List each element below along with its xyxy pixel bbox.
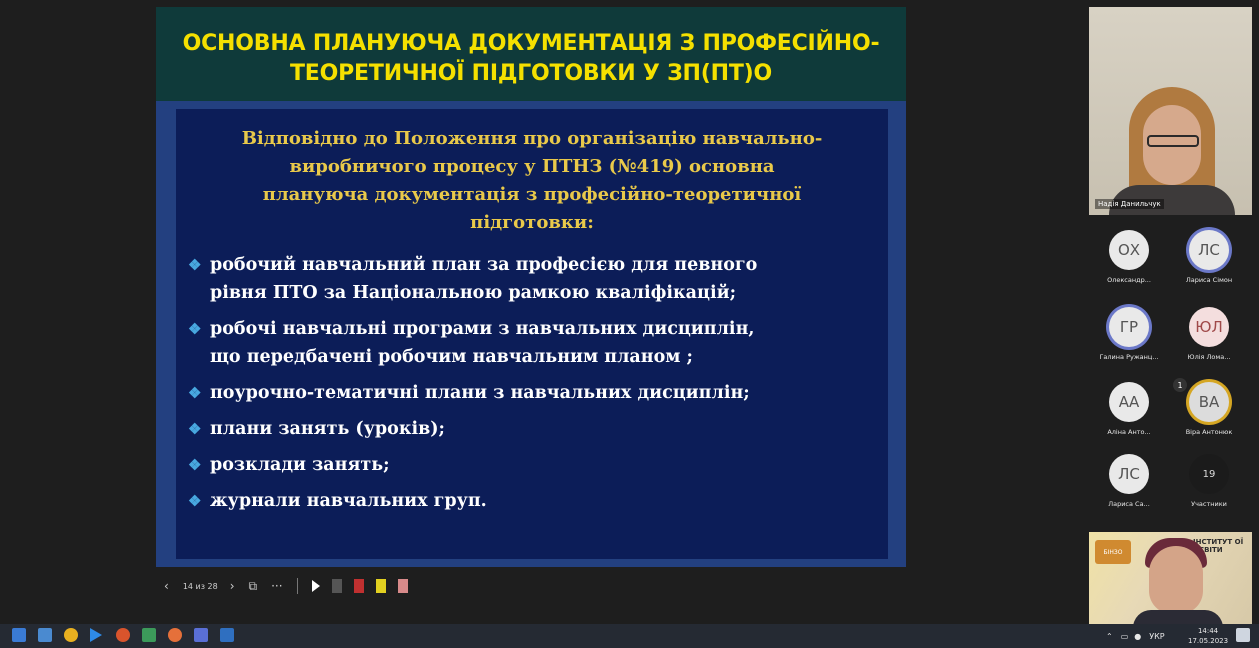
list-item: ❖ робочий навчальний план за професією д… — [186, 251, 886, 307]
avatar: АА — [1109, 382, 1149, 422]
slide-title-line-1: ОСНОВНА ПЛАНУЮЧА ДОКУМЕНТАЦІЯ З ПРОФЕСІЙ… — [182, 31, 880, 56]
network-icon[interactable]: ▭ — [1121, 632, 1129, 641]
system-tray: ⌃ ▭ ● УКР — [1106, 624, 1165, 648]
spreadsheet-icon[interactable] — [142, 628, 156, 642]
list-item-line: плани занять (уроків); — [210, 419, 446, 439]
notification-icon[interactable] — [1236, 628, 1250, 642]
participant-tile[interactable]: АА Аліна Анто... — [1089, 382, 1169, 442]
list-item: ❖ розклади занять; — [186, 451, 886, 479]
intro-line: підготовки: — [470, 212, 594, 233]
clock[interactable]: 14:44 17.05.2023 — [1188, 626, 1228, 646]
intro-line: Відповідно до Положення про організацію … — [241, 128, 823, 149]
save-app-icon[interactable] — [38, 628, 52, 642]
list-item-line: журнали навчальних груп. — [210, 491, 487, 511]
slide-intro: Відповідно до Положення про організацію … — [176, 125, 888, 237]
avatar: ЛС — [1189, 230, 1229, 270]
participant-tile[interactable]: ОХ Олександр... — [1089, 230, 1169, 290]
intro-line: виробничого процесу у ПТНЗ (№419) основн… — [289, 156, 775, 177]
list-item-line: що передбачені робочим навчальним планом… — [210, 347, 693, 367]
presentation-app-icon[interactable] — [220, 628, 234, 642]
participant-tile[interactable]: ВА 1 Віра Антонюк — [1169, 378, 1249, 442]
participant-name: Лариса Сімон — [1185, 276, 1233, 284]
participant-tile[interactable]: ЛС Лариса Сімон — [1169, 230, 1249, 290]
settings-app-icon[interactable] — [168, 628, 182, 642]
slide-title-line-2: ТЕОРЕТИЧНОЇ ПІДГОТОВКИ У ЗП(ПТ)О — [290, 61, 772, 86]
video-face — [1149, 546, 1203, 614]
list-item-line: робочий навчальний план за професією для… — [210, 255, 758, 275]
media-player-icon[interactable] — [90, 628, 102, 642]
list-item: ❖ робочі навчальні програми з навчальних… — [186, 315, 886, 371]
raised-hand-icon: 1 — [1173, 378, 1187, 392]
chrome-app-icon[interactable] — [64, 628, 78, 642]
list-item: ❖ поурочно-тематичні плани з навчальних … — [186, 379, 886, 407]
list-item-line: рівня ПТО за Національною рамкою кваліфі… — [210, 283, 737, 303]
pointer-icon[interactable] — [311, 580, 320, 592]
eraser-icon[interactable] — [397, 579, 408, 593]
avatar: ЮЛ — [1189, 307, 1229, 347]
microphone-icon[interactable]: ● — [1134, 632, 1141, 641]
video-body — [1133, 610, 1223, 624]
conference-app-icon[interactable] — [194, 628, 208, 642]
avatar: ВА — [1189, 382, 1229, 422]
language-indicator[interactable]: УКР — [1149, 632, 1164, 641]
diamond-bullet-icon: ❖ — [188, 384, 202, 402]
glasses-icon — [1147, 135, 1199, 147]
participant-video[interactable]: БІНЗО ІНСТИТУТ ОЇ ОСВІТИ — [1089, 532, 1252, 624]
participant-tile[interactable]: ЮЛ Юлія Лома... — [1169, 307, 1249, 367]
highlighter-icon[interactable] — [375, 579, 386, 593]
screen: ОСНОВНА ПЛАНУЮЧА ДОКУМЕНТАЦІЯ З ПРОФЕСІЙ… — [0, 0, 1259, 648]
intro-line: плануюча документація з професійно-теоре… — [262, 184, 802, 205]
speaker-name: Надія Данильчук — [1095, 199, 1164, 209]
diamond-bullet-icon: ❖ — [188, 320, 202, 338]
participant-name: Віра Антонюк — [1185, 428, 1233, 436]
avatar: ГР — [1109, 307, 1149, 347]
clock-time: 14:44 — [1197, 627, 1219, 635]
participant-tile[interactable]: ГР Галина Ружанц... — [1089, 307, 1169, 367]
avatar: ОХ — [1109, 230, 1149, 270]
slideshow-controls: ‹ 14 из 28 › ⧉ ··· — [164, 574, 420, 598]
chevron-up-icon[interactable]: ⌃ — [1106, 632, 1113, 641]
diamond-bullet-icon: ❖ — [188, 256, 202, 274]
institute-logo: БІНЗО — [1095, 540, 1131, 564]
clock-date: 17.05.2023 — [1188, 637, 1229, 645]
list-item-line: поурочно-тематичні плани з навчальних ди… — [210, 383, 750, 403]
avatar: ЛС — [1109, 454, 1149, 494]
page-indicator: 14 из 28 — [182, 581, 218, 591]
list-item-line: розклади занять; — [210, 455, 390, 475]
list-item: ❖ плани занять (уроків); — [186, 415, 886, 443]
participants-label: Участники — [1191, 500, 1227, 508]
slide-title: ОСНОВНА ПЛАНУЮЧА ДОКУМЕНТАЦІЯ З ПРОФЕСІЙ… — [156, 29, 906, 89]
diamond-bullet-icon: ❖ — [188, 492, 202, 510]
more-options-button[interactable]: ··· — [271, 579, 282, 593]
slides-grid-icon[interactable]: ⧉ — [249, 579, 258, 594]
divider — [296, 578, 298, 594]
participant-tile[interactable]: ЛС Лариса Са... — [1089, 454, 1169, 514]
presentation-slide: ОСНОВНА ПЛАНУЮЧА ДОКУМЕНТАЦІЯ З ПРОФЕСІЙ… — [156, 7, 906, 567]
participant-name: Лариса Са... — [1108, 500, 1150, 508]
participant-name: Юлія Лома... — [1187, 353, 1231, 361]
diamond-bullet-icon: ❖ — [188, 420, 202, 438]
participants-count-button[interactable]: 19 Участники — [1169, 454, 1249, 514]
pen-icon[interactable] — [331, 579, 342, 593]
speaker-video[interactable]: Надія Данильчук — [1089, 7, 1252, 215]
next-slide-button[interactable]: › — [230, 579, 235, 593]
participant-name: Аліна Анто... — [1107, 428, 1151, 436]
previous-slide-button[interactable]: ‹ — [164, 579, 169, 593]
list-item: ❖ журнали навчальних груп. — [186, 487, 886, 515]
slide-bullet-list: ❖ робочий навчальний план за професією д… — [186, 251, 886, 523]
browser-icon[interactable] — [116, 628, 130, 642]
red-marker-icon[interactable] — [353, 579, 364, 593]
start-icon[interactable] — [12, 628, 26, 642]
participants-count: 19 — [1189, 454, 1229, 494]
taskbar: ⌃ ▭ ● УКР 14:44 17.05.2023 — [0, 624, 1259, 648]
participant-name: Олександр... — [1107, 276, 1151, 284]
list-item-line: робочі навчальні програми з навчальних д… — [210, 319, 755, 339]
diamond-bullet-icon: ❖ — [188, 456, 202, 474]
participant-name: Галина Ружанц... — [1099, 353, 1159, 361]
